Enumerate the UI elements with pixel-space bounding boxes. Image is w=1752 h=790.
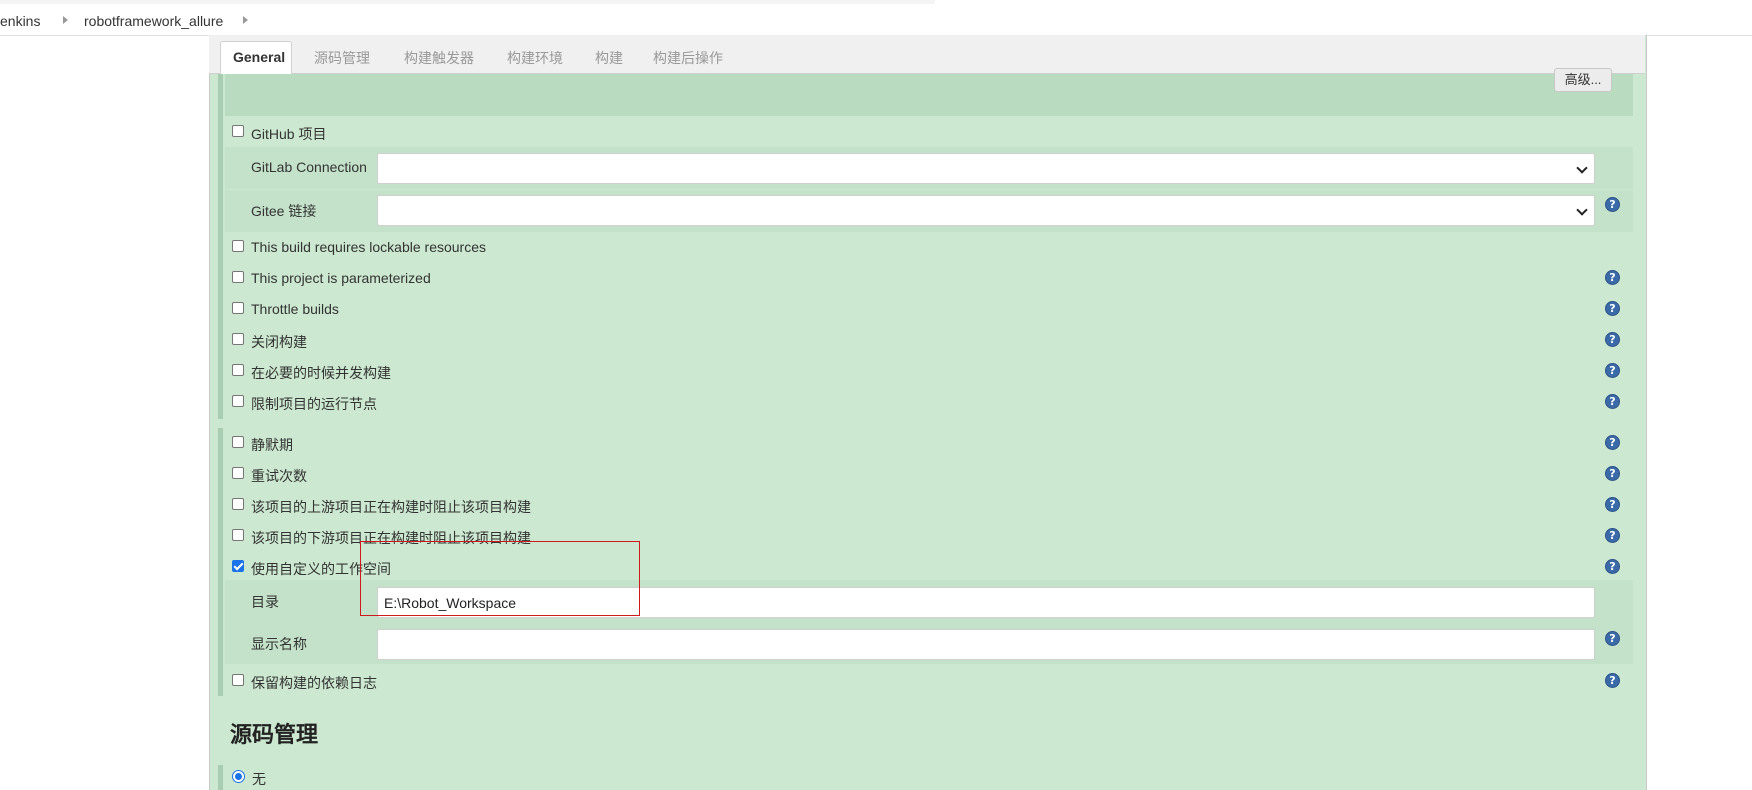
tab-build-environment[interactable]: 构建环境 bbox=[495, 43, 575, 73]
tab-build[interactable]: 构建 bbox=[583, 43, 635, 73]
retry-count-checkbox[interactable] bbox=[232, 467, 244, 479]
option-label: This project is parameterized bbox=[251, 270, 431, 286]
help-icon[interactable]: ? bbox=[1605, 363, 1620, 378]
concurrent-builds-checkbox[interactable] bbox=[232, 364, 244, 376]
tab-build-triggers[interactable]: 构建触发器 bbox=[392, 43, 486, 73]
keep-dependency-log-checkbox[interactable] bbox=[232, 674, 244, 686]
option-label: Throttle builds bbox=[251, 301, 339, 317]
block-upstream-checkbox[interactable] bbox=[232, 498, 244, 510]
help-icon[interactable]: ? bbox=[1605, 497, 1620, 512]
option-label: 关闭构建 bbox=[251, 334, 307, 350]
throttle-builds-checkbox[interactable] bbox=[232, 302, 244, 314]
help-icon[interactable]: ? bbox=[1605, 528, 1620, 543]
scm-none-radio[interactable] bbox=[232, 770, 245, 783]
chevron-down-icon bbox=[1576, 162, 1588, 174]
display-name-input[interactable] bbox=[377, 629, 1595, 660]
breadcrumb-item-jenkins[interactable]: enkins bbox=[0, 13, 40, 29]
gitee-link-select[interactable] bbox=[377, 195, 1595, 226]
option-label: 静默期 bbox=[251, 437, 293, 453]
option-label: 该项目的上游项目正在构建时阻止该项目构建 bbox=[251, 499, 531, 515]
scm-section-heading: 源码管理 bbox=[230, 722, 319, 747]
advanced-button[interactable]: 高级... bbox=[1554, 68, 1612, 92]
tab-scm[interactable]: 源码管理 bbox=[302, 43, 382, 73]
help-icon[interactable]: ? bbox=[1605, 394, 1620, 409]
advanced-row bbox=[225, 74, 1633, 116]
option-label: 该项目的下游项目正在构建时阻止该项目构建 bbox=[251, 530, 531, 546]
help-icon[interactable]: ? bbox=[1605, 301, 1620, 316]
directory-input[interactable]: E:\Robot_Workspace bbox=[377, 587, 1595, 618]
help-icon[interactable]: ? bbox=[1605, 270, 1620, 285]
help-icon[interactable]: ? bbox=[1605, 466, 1620, 481]
section-indicator bbox=[218, 428, 223, 696]
option-label: 重试次数 bbox=[251, 468, 307, 484]
chevron-down-icon bbox=[1576, 204, 1588, 216]
github-project-checkbox[interactable] bbox=[232, 125, 244, 137]
restrict-node-checkbox[interactable] bbox=[232, 395, 244, 407]
directory-label: 目录 bbox=[251, 594, 279, 610]
config-tab-bar: General 源码管理 构建触发器 构建环境 构建 构建后操作 bbox=[209, 35, 1645, 74]
breadcrumb: enkins robotframework_allure bbox=[0, 0, 1752, 36]
gitlab-connection-select[interactable] bbox=[377, 153, 1595, 184]
breadcrumb-top-strip bbox=[0, 0, 935, 4]
breadcrumb-item-project[interactable]: robotframework_allure bbox=[84, 13, 223, 29]
custom-workspace-label: 使用自定义的工作空间 bbox=[251, 561, 391, 577]
display-name-label: 显示名称 bbox=[251, 636, 307, 652]
disable-build-checkbox[interactable] bbox=[232, 333, 244, 345]
help-icon[interactable]: ? bbox=[1605, 673, 1620, 688]
section-indicator bbox=[218, 765, 223, 790]
tab-general[interactable]: General bbox=[220, 41, 292, 74]
section-indicator bbox=[218, 74, 223, 419]
help-icon[interactable]: ? bbox=[1605, 631, 1620, 646]
option-label: This build requires lockable resources bbox=[251, 239, 486, 255]
help-icon[interactable]: ? bbox=[1605, 559, 1620, 574]
tab-post-build[interactable]: 构建后操作 bbox=[641, 43, 735, 73]
breadcrumb-separator-icon[interactable] bbox=[243, 16, 248, 24]
gitlab-connection-label: GitLab Connection bbox=[251, 159, 367, 175]
scm-none-label: 无 bbox=[252, 771, 266, 787]
block-downstream-checkbox[interactable] bbox=[232, 529, 244, 541]
gitee-link-label: Gitee 链接 bbox=[251, 203, 317, 219]
option-label: 在必要的时候并发构建 bbox=[251, 365, 391, 381]
breadcrumb-separator-icon[interactable] bbox=[63, 16, 68, 24]
help-icon[interactable]: ? bbox=[1605, 332, 1620, 347]
quiet-period-checkbox[interactable] bbox=[232, 436, 244, 448]
lockable-resources-checkbox[interactable] bbox=[232, 240, 244, 252]
parameterized-checkbox[interactable] bbox=[232, 271, 244, 283]
keep-dependency-log-label: 保留构建的依赖日志 bbox=[251, 675, 377, 691]
help-icon[interactable]: ? bbox=[1605, 435, 1620, 450]
custom-workspace-checkbox[interactable] bbox=[232, 560, 244, 572]
option-label: 限制项目的运行节点 bbox=[251, 396, 377, 412]
help-icon[interactable]: ? bbox=[1605, 197, 1620, 212]
directory-value: E:\Robot_Workspace bbox=[384, 595, 517, 611]
github-project-label: GitHub 项目 bbox=[251, 126, 327, 142]
